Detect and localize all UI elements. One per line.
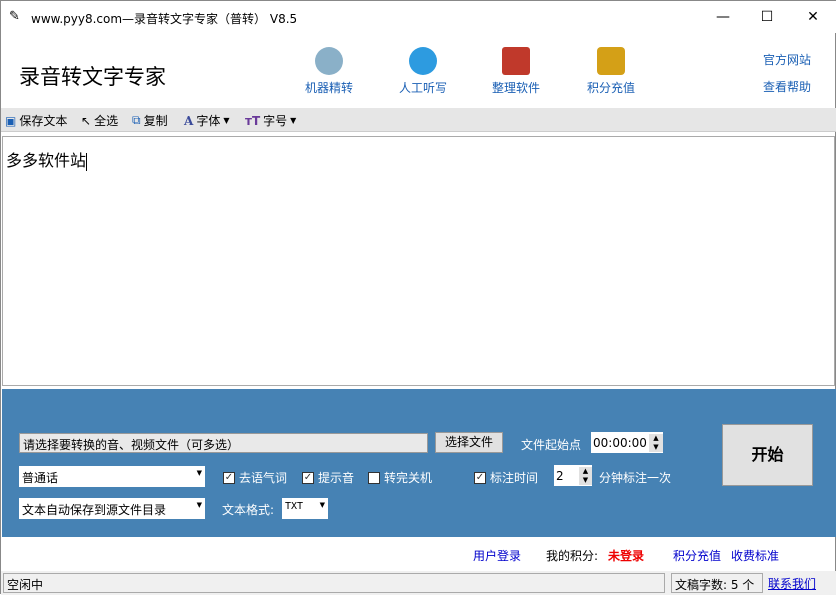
app-icon: ✎ bbox=[9, 9, 20, 24]
checkbox-box[interactable]: ✓ bbox=[474, 471, 486, 484]
nav-organize[interactable]: 整理软件 bbox=[476, 47, 556, 96]
spin-arrows-icon[interactable]: ▲ ▼ bbox=[649, 433, 663, 452]
pricing-link[interactable]: 收费标准 bbox=[731, 547, 779, 564]
selected-value: 普通话 bbox=[22, 471, 59, 485]
nav-label: 积分充值 bbox=[586, 81, 635, 95]
label: 保存文本 bbox=[19, 114, 68, 128]
mark-interval-suffix: 分钟标注一次 bbox=[599, 471, 672, 485]
dropdown-arrow-icon: ▼ bbox=[290, 116, 297, 125]
dropdown-arrow-icon: ▼ bbox=[196, 469, 202, 477]
shutdown-checkbox[interactable]: 转完关机 bbox=[368, 469, 432, 486]
label: 复制 bbox=[143, 114, 168, 128]
nav-label: 整理软件 bbox=[491, 81, 540, 95]
remove-fillers-checkbox[interactable]: ✓ 去语气词 bbox=[223, 469, 287, 486]
label: 字号 bbox=[263, 114, 288, 128]
status-bar: 空闲中 文稿字数: 5 个 联系我们 bbox=[1, 571, 836, 595]
save-text-button[interactable]: ▣ 保存文本 bbox=[5, 112, 67, 129]
format-select[interactable]: TXT ▼ bbox=[282, 498, 328, 519]
spin-arrows-icon[interactable]: ▲ ▼ bbox=[579, 466, 592, 485]
robot-icon bbox=[315, 47, 343, 75]
cursor-icon: ↖ bbox=[81, 113, 92, 128]
window-title: www.pyy8.com—录音转文字专家（普转） V8.5 bbox=[31, 12, 298, 26]
copy-icon: ⧉ bbox=[132, 113, 141, 127]
nav-label: 机器精转 bbox=[304, 81, 353, 95]
nav-machine-transcribe[interactable]: 机器精转 bbox=[289, 47, 369, 96]
minimize-button[interactable]: — bbox=[701, 5, 745, 29]
start-button[interactable]: 开始 bbox=[722, 424, 813, 486]
dropdown-arrow-icon: ▼ bbox=[319, 501, 325, 509]
app-title: 录音转文字专家 bbox=[19, 65, 166, 89]
contact-link[interactable]: 联系我们 bbox=[768, 575, 816, 592]
toolbar: ▣ 保存文本 ↖ 全选 ⧉ 复制 A 字体 ▼ тT 字号 ▼ bbox=[1, 108, 836, 132]
points-value: 未登录 bbox=[608, 549, 645, 563]
copy-button[interactable]: ⧉ 复制 bbox=[132, 112, 168, 129]
nav-recharge[interactable]: 积分充值 bbox=[571, 47, 651, 96]
selected-value: 文本自动保存到源文件目录 bbox=[22, 503, 167, 517]
select-all-button[interactable]: ↖ 全选 bbox=[81, 112, 118, 129]
char-count: 文稿字数: 5 个 bbox=[671, 573, 763, 593]
text-editor[interactable]: 多多软件站 bbox=[2, 136, 835, 386]
label: 去语气词 bbox=[239, 471, 288, 485]
format-label: 文本格式: bbox=[222, 503, 275, 517]
checkbox-box[interactable] bbox=[368, 471, 380, 484]
title-bar: ✎ www.pyy8.com—录音转文字专家（普转） V8.5 — ☐ ✕ bbox=[1, 1, 836, 33]
font-size-icon: тT bbox=[245, 113, 261, 128]
person-icon bbox=[409, 47, 437, 75]
mark-interval-value: 2 bbox=[556, 468, 564, 483]
official-site-link[interactable]: 官方网站 bbox=[763, 51, 811, 68]
label: 转完关机 bbox=[384, 471, 433, 485]
start-point-label: 文件起始点 bbox=[521, 438, 582, 452]
label: 提示音 bbox=[318, 471, 355, 485]
start-point-value: 00:00:00 bbox=[593, 435, 647, 450]
coins-icon bbox=[597, 47, 625, 75]
language-select[interactable]: 普通话 ▼ bbox=[19, 466, 205, 487]
close-button[interactable]: ✕ bbox=[791, 5, 835, 29]
mark-time-checkbox[interactable]: ✓ 标注时间 bbox=[474, 469, 538, 486]
save-location-select[interactable]: 文本自动保存到源文件目录 ▼ bbox=[19, 498, 205, 519]
checkbox-box[interactable]: ✓ bbox=[302, 471, 314, 484]
start-point-stepper[interactable]: 00:00:00 ▲ ▼ bbox=[591, 432, 663, 453]
label: 标注时间 bbox=[490, 471, 539, 485]
status-text: 空闲中 bbox=[3, 573, 665, 593]
nav-label: 人工听写 bbox=[398, 81, 447, 95]
points-label: 我的积分: bbox=[546, 549, 599, 563]
recharge-link[interactable]: 积分充值 bbox=[673, 547, 721, 564]
save-icon: ▣ bbox=[5, 113, 17, 128]
font-icon: A bbox=[184, 113, 194, 128]
mark-interval-stepper[interactable]: 2 ▲ ▼ bbox=[554, 465, 592, 486]
font-size-button[interactable]: тT 字号 ▼ bbox=[245, 112, 296, 129]
nav-human-transcribe[interactable]: 人工听写 bbox=[383, 47, 463, 96]
selected-value: TXT bbox=[285, 501, 304, 512]
choose-file-button[interactable]: 选择文件 bbox=[435, 432, 503, 453]
label: 全选 bbox=[94, 114, 119, 128]
editor-text: 多多软件站 bbox=[6, 151, 87, 170]
dropdown-arrow-icon: ▼ bbox=[223, 116, 230, 125]
text-caret bbox=[86, 152, 88, 171]
label: 字体 bbox=[196, 114, 221, 128]
maximize-button[interactable]: ☐ bbox=[745, 5, 789, 29]
help-link[interactable]: 查看帮助 bbox=[763, 78, 811, 95]
dropdown-arrow-icon: ▼ bbox=[196, 501, 202, 509]
file-input[interactable]: 请选择要转换的音、视频文件（可多选） bbox=[19, 433, 428, 453]
font-button[interactable]: A 字体 ▼ bbox=[184, 112, 229, 129]
control-panel: 请选择要转换的音、视频文件（可多选） 选择文件 文件起始点 00:00:00 ▲ ▼… bbox=[2, 389, 836, 537]
login-link[interactable]: 用户登录 bbox=[473, 547, 521, 564]
checkbox-box[interactable]: ✓ bbox=[223, 471, 235, 484]
beep-checkbox[interactable]: ✓ 提示音 bbox=[302, 469, 354, 486]
pushpin-icon bbox=[502, 47, 530, 75]
